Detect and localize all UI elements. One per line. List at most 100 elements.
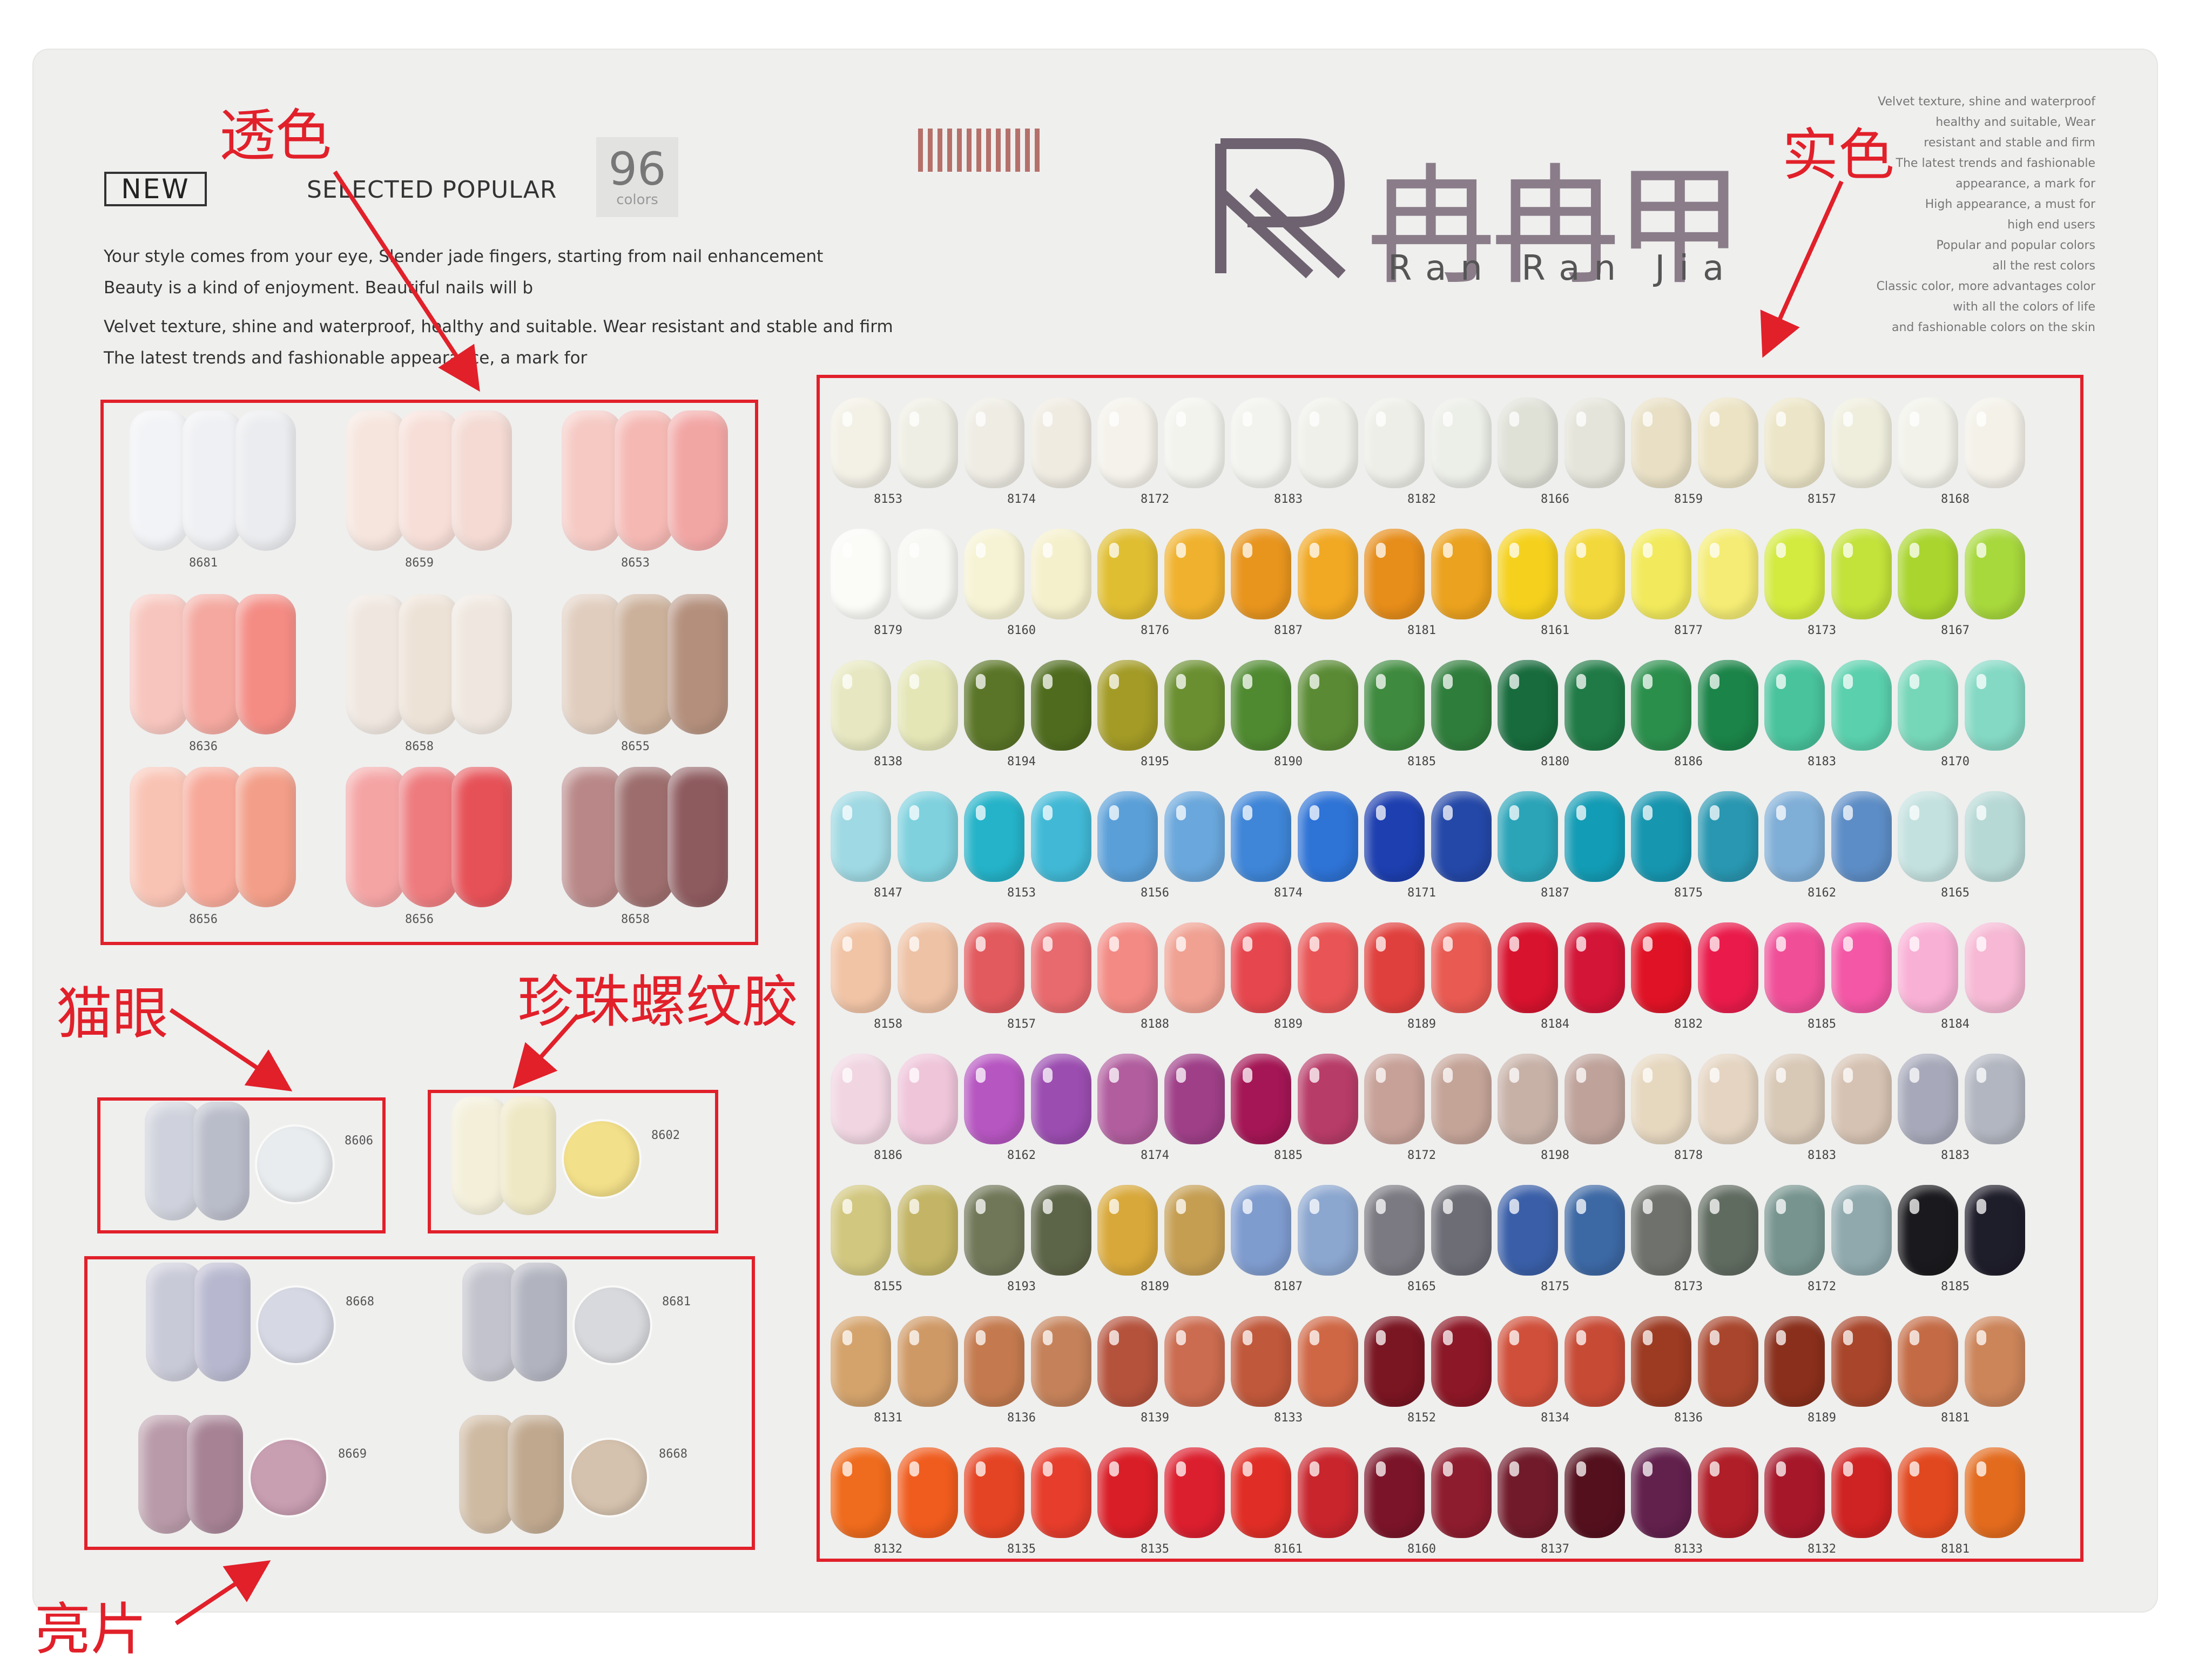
- color-swatch: [1631, 660, 1691, 751]
- solid-color-row: 8158 8157 8188 8189 8189 8184 8182 8185 8184: [831, 914, 2063, 1045]
- translucent-swatch: [451, 767, 512, 907]
- color-swatch: [1431, 1054, 1492, 1144]
- color-swatch: [1364, 1316, 1425, 1407]
- swatch-code: 8147: [874, 886, 902, 900]
- color-swatch: [1898, 1316, 1958, 1407]
- swatch-code: 8134: [1541, 1411, 1569, 1425]
- color-swatch: [1498, 1316, 1558, 1407]
- color-swatch: [1831, 397, 1892, 488]
- color-swatch: [897, 660, 958, 751]
- color-swatch: [1564, 922, 1625, 1013]
- translucent-swatch: [451, 410, 512, 551]
- color-swatch: [1697, 1447, 1758, 1538]
- color-swatch: [897, 1316, 958, 1407]
- color-swatch: [1097, 397, 1158, 488]
- color-swatch: [1564, 529, 1625, 619]
- color-swatch: [897, 1185, 958, 1276]
- swatch-code: 8185: [1808, 1017, 1836, 1031]
- color-swatch: [964, 529, 1024, 619]
- swatch-code: 8152: [1407, 1411, 1436, 1425]
- swatch-code: 8138: [874, 755, 902, 768]
- solid-color-row: 8131 8136 8139 8133 8152 8134 8136 8189 8181: [831, 1307, 2063, 1439]
- translucent-swatch: [451, 594, 512, 734]
- swatch-code: 8170: [1941, 755, 1970, 768]
- color-swatch: [1697, 791, 1758, 882]
- translucent-swatch: [235, 410, 296, 551]
- arrow-glitter: [174, 1560, 271, 1626]
- translucent-swatch: [562, 594, 622, 734]
- solid-color-row: 8153 8174 8172 8183 8182 8166 8159 8157 8168: [831, 389, 2063, 520]
- color-swatch: [1097, 922, 1158, 1013]
- swatch-code: 8189: [1141, 1280, 1169, 1293]
- swatch-code: 8183: [1808, 1149, 1836, 1162]
- color-swatch: [1297, 791, 1358, 882]
- translucent-swatch: [130, 767, 190, 907]
- swatch-code: 8160: [1407, 1542, 1436, 1556]
- glitter-swatch-group: [459, 1415, 564, 1534]
- color-swatch: [897, 397, 958, 488]
- swatch-code: 8183: [1274, 493, 1303, 506]
- translucent-swatch-group: [346, 410, 512, 551]
- swatch-code: 8177: [1674, 624, 1703, 637]
- color-swatch: [1964, 1447, 2025, 1538]
- translucent-swatch-group: [562, 767, 728, 907]
- swatch-code: 8180: [1541, 755, 1569, 768]
- color-swatch: [1964, 1316, 2025, 1407]
- color-swatch: [1297, 529, 1358, 619]
- swatch-code: 8157: [1007, 1017, 1036, 1031]
- color-swatch: [1297, 922, 1358, 1013]
- swatch-code: 8185: [1407, 755, 1436, 768]
- cat-eye-swatch: [193, 1102, 249, 1221]
- arrow-cat-eye: [169, 1008, 293, 1091]
- color-swatch: [1964, 397, 2025, 488]
- pearl-swatch: [500, 1096, 556, 1215]
- color-swatch: [1498, 1185, 1558, 1276]
- color-swatch: [1030, 1185, 1091, 1276]
- color-swatch: [1697, 660, 1758, 751]
- swatch-code: 8184: [1541, 1017, 1569, 1031]
- translucent-swatch: [667, 410, 728, 551]
- color-swatch: [1164, 1316, 1225, 1407]
- translucent-swatch: [346, 594, 406, 734]
- swatch-code: 8184: [1941, 1017, 1970, 1031]
- color-swatch: [1097, 1185, 1158, 1276]
- swatch-code: 8175: [1674, 886, 1703, 900]
- swatch-code: 8167: [1941, 624, 1970, 637]
- swatch-code: 8168: [1941, 493, 1970, 506]
- color-swatch: [1831, 529, 1892, 619]
- color-swatch: [1564, 1447, 1625, 1538]
- translucent-code: 8681: [189, 556, 218, 570]
- color-swatch: [1964, 791, 2025, 882]
- color-swatch: [1364, 791, 1425, 882]
- swatch-code: 8181: [1941, 1542, 1970, 1556]
- color-swatch: [1297, 1054, 1358, 1144]
- color-swatch: [897, 922, 958, 1013]
- color-swatch: [1231, 1185, 1291, 1276]
- color-swatch: [964, 1316, 1024, 1407]
- swatch-code: 8172: [1808, 1280, 1836, 1293]
- color-swatch: [1431, 1185, 1492, 1276]
- glitter-code: 8681: [662, 1295, 691, 1309]
- color-swatch: [1964, 922, 2025, 1013]
- color-swatch: [1097, 660, 1158, 751]
- translucent-swatch: [183, 594, 243, 734]
- glitter-swatch-group: [462, 1263, 567, 1381]
- color-swatch: [1697, 922, 1758, 1013]
- color-swatch: [1631, 922, 1691, 1013]
- swatch-code: 8135: [1007, 1542, 1036, 1556]
- solid-color-row: 8155 8193 8189 8187 8165 8175 8173 8172 8185: [831, 1176, 2063, 1307]
- swatch-code: 8132: [1808, 1542, 1836, 1556]
- color-swatch: [1831, 1185, 1892, 1276]
- color-swatch: [1431, 791, 1492, 882]
- translucent-swatch: [235, 594, 296, 734]
- color-swatch: [1364, 1185, 1425, 1276]
- swatch-code: 8158: [874, 1017, 902, 1031]
- swatch-code: 8131: [874, 1411, 902, 1425]
- color-swatch: [1164, 397, 1225, 488]
- swatch-code: 8173: [1808, 624, 1836, 637]
- swatch-code: 8175: [1541, 1280, 1569, 1293]
- glitter-swatch-group: [146, 1263, 251, 1381]
- glitter-swatch: [462, 1263, 518, 1381]
- color-swatch: [1297, 660, 1358, 751]
- swatch-code: 8166: [1541, 493, 1569, 506]
